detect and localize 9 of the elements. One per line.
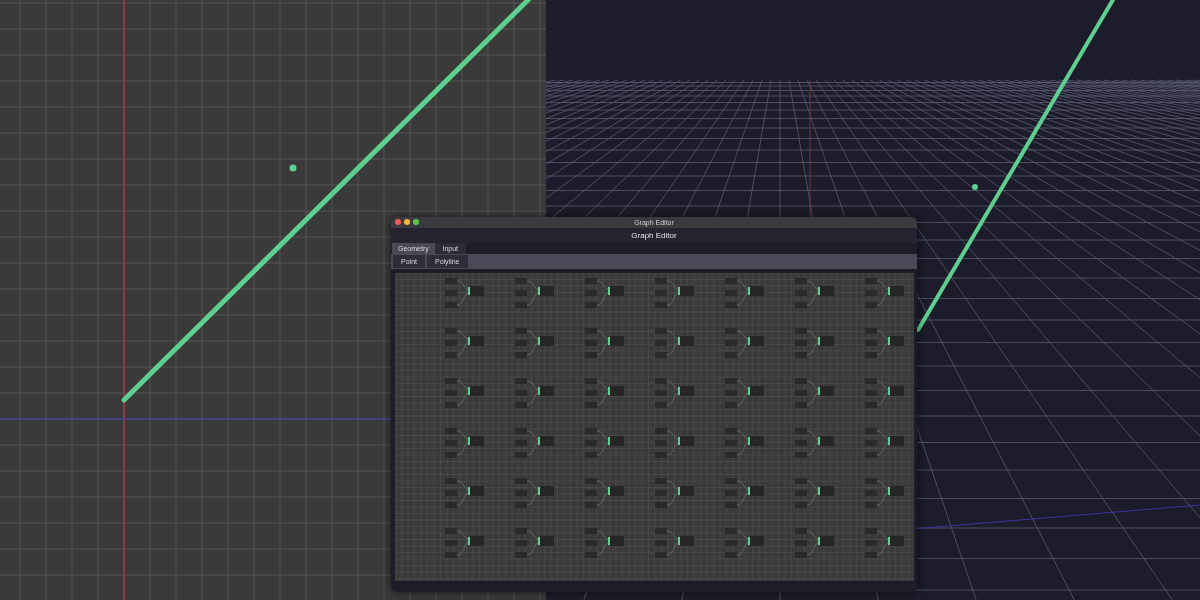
point-marker[interactable] (289, 164, 297, 172)
panel-title: Graph Editor (631, 231, 677, 240)
node-graph-drawing[interactable] (395, 273, 914, 581)
maximize-icon[interactable] (413, 219, 419, 225)
point-marker[interactable] (972, 184, 978, 190)
close-icon[interactable] (395, 219, 401, 225)
minimize-icon[interactable] (404, 219, 410, 225)
polyline-shape[interactable] (916, 0, 1116, 332)
polyline-shape[interactable] (121, 0, 533, 403)
